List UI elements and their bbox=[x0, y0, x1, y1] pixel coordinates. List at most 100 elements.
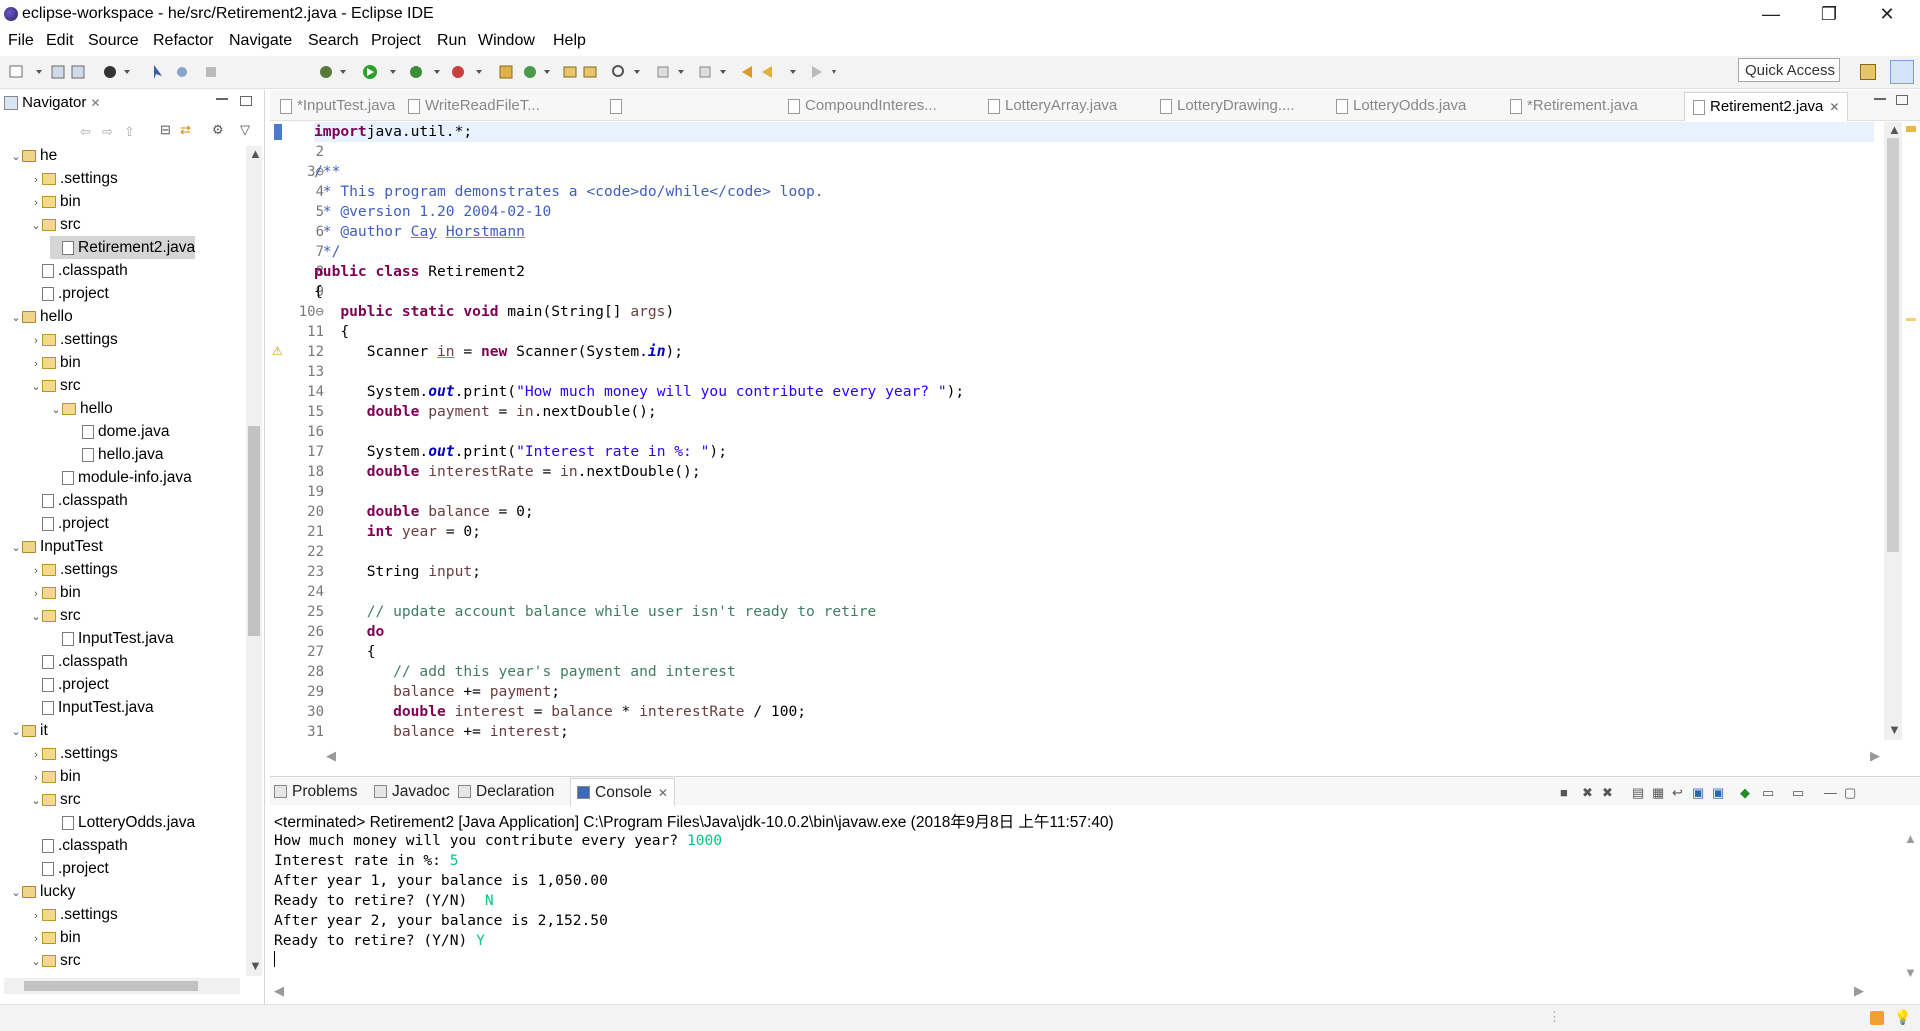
skip-icon[interactable] bbox=[206, 67, 216, 77]
close-button[interactable]: ✕ bbox=[1864, 0, 1910, 30]
console-tab[interactable]: Declaration bbox=[458, 783, 554, 801]
new-class-icon[interactable] bbox=[524, 66, 550, 78]
tree-item[interactable]: ⌄ src bbox=[30, 949, 80, 972]
editor-tab[interactable]: LotteryArray.java bbox=[988, 94, 1117, 120]
tree-item[interactable]: › bin bbox=[30, 190, 81, 213]
prev-annotation-icon[interactable] bbox=[699, 66, 726, 78]
menu-edit[interactable]: Edit bbox=[46, 32, 74, 50]
collapsed-chevron-icon[interactable]: › bbox=[30, 767, 42, 790]
expanded-chevron-icon[interactable]: ⌄ bbox=[10, 882, 22, 905]
expanded-chevron-icon[interactable]: ⌄ bbox=[30, 790, 42, 813]
view-menu-icon[interactable]: ▽ bbox=[240, 122, 250, 138]
tree-item[interactable]: › .settings bbox=[30, 903, 118, 926]
tree-item[interactable]: Retirement2.java bbox=[50, 236, 196, 259]
menu-window[interactable]: Window bbox=[478, 32, 535, 50]
editor-tab[interactable]: CompoundInteres... bbox=[788, 94, 937, 120]
tree-item[interactable]: hello.java bbox=[70, 443, 164, 466]
scroll-lock-icon[interactable]: ▦ bbox=[1652, 785, 1664, 801]
scroll-up-icon[interactable]: ▲ bbox=[1888, 122, 1901, 137]
close-icon[interactable]: ✕ bbox=[658, 786, 668, 800]
tree-item[interactable]: › bin bbox=[30, 926, 81, 949]
tree-item[interactable]: › bin bbox=[30, 351, 81, 374]
menu-search[interactable]: Search bbox=[308, 32, 359, 50]
collapsed-chevron-icon[interactable]: › bbox=[30, 330, 42, 353]
tree-item[interactable]: ⌄ it bbox=[10, 719, 47, 744]
console-tab[interactable]: Console ✕ bbox=[570, 778, 675, 806]
link-with-editor-icon[interactable]: ⇄ bbox=[180, 122, 191, 138]
console-tab[interactable]: Problems bbox=[274, 783, 357, 801]
open-perspective-icon[interactable] bbox=[1860, 64, 1876, 80]
collapsed-chevron-icon[interactable]: › bbox=[30, 744, 42, 767]
scroll-left-icon[interactable]: ◀ bbox=[274, 983, 284, 999]
scroll-down-icon[interactable]: ▼ bbox=[1888, 722, 1901, 737]
menu-run[interactable]: Run bbox=[437, 32, 466, 50]
coverage-icon[interactable] bbox=[410, 66, 440, 78]
close-icon[interactable]: ✕ bbox=[1829, 100, 1839, 114]
editor-tab[interactable]: Retirement2.java ✕ bbox=[1684, 92, 1849, 121]
tip-lightbulb-icon[interactable]: 💡 bbox=[1894, 1009, 1911, 1026]
show-on-error-icon[interactable]: ▣ bbox=[1712, 785, 1724, 801]
word-wrap-icon[interactable]: ↩ bbox=[1672, 785, 1683, 801]
tree-item[interactable]: ⌄ hello bbox=[50, 397, 112, 420]
display-console-icon[interactable]: ▭ bbox=[1762, 785, 1774, 801]
tree-item[interactable]: ⌄ src bbox=[30, 213, 80, 236]
collapsed-chevron-icon[interactable]: › bbox=[30, 560, 42, 583]
search-icon[interactable] bbox=[612, 65, 640, 77]
tree-item[interactable]: ⌄ hello bbox=[10, 305, 72, 328]
scroll-up-icon[interactable]: ▲ bbox=[1904, 831, 1917, 846]
collapsed-chevron-icon[interactable]: › bbox=[30, 905, 42, 928]
collapsed-chevron-icon[interactable]: › bbox=[30, 169, 42, 192]
scroll-right-icon[interactable]: ▶ bbox=[1870, 748, 1880, 764]
tree-item[interactable]: ⌄ he bbox=[10, 144, 57, 167]
show-on-output-icon[interactable]: ▣ bbox=[1692, 785, 1704, 801]
tree-item[interactable]: .project bbox=[30, 512, 109, 535]
console-output[interactable]: How much money will you contribute every… bbox=[274, 831, 1874, 971]
code-editor[interactable]: importjava.util.*; /** * This program dem… bbox=[314, 122, 1874, 740]
editor-tab[interactable]: LotteryDrawing.... bbox=[1160, 94, 1295, 120]
tree-item[interactable]: › .settings bbox=[30, 558, 118, 581]
new-icon[interactable] bbox=[9, 65, 42, 78]
tree-item[interactable]: dome.java bbox=[70, 420, 170, 443]
editor-tab[interactable]: LotteryOdds.java bbox=[1336, 94, 1466, 120]
scroll-down-icon[interactable]: ▼ bbox=[1904, 965, 1917, 980]
tree-item[interactable]: ⌄ src bbox=[30, 374, 80, 397]
tree-item[interactable]: .project bbox=[30, 282, 109, 305]
console-vertical-scrollbar[interactable]: ▲ ▼ bbox=[1902, 831, 1918, 981]
minimize-icon[interactable] bbox=[216, 98, 228, 100]
tab-navigator[interactable]: Navigator ✕ bbox=[4, 94, 101, 118]
java-perspective-icon[interactable] bbox=[1890, 60, 1914, 84]
tree-item[interactable]: .classpath bbox=[30, 489, 128, 512]
next-annotation-icon[interactable] bbox=[657, 66, 684, 78]
maximize-icon[interactable] bbox=[240, 96, 252, 106]
editor-tab[interactable] bbox=[610, 94, 627, 120]
debug-bug-icon[interactable] bbox=[320, 66, 346, 78]
tree-item[interactable]: InputTest.java bbox=[50, 627, 174, 650]
tree-item[interactable]: › bin bbox=[30, 765, 81, 788]
tree-item[interactable]: ⌄ lucky bbox=[10, 880, 75, 903]
overview-warning-marker[interactable] bbox=[1906, 126, 1916, 132]
expanded-chevron-icon[interactable]: ⌄ bbox=[10, 721, 22, 744]
back-icon[interactable] bbox=[742, 66, 796, 78]
rss-icon[interactable] bbox=[1870, 1011, 1884, 1025]
pointer-icon[interactable] bbox=[154, 65, 162, 79]
collapsed-chevron-icon[interactable]: › bbox=[30, 928, 42, 951]
tree-item[interactable]: .project bbox=[30, 673, 109, 696]
forward-arrow-icon[interactable]: ⇨ bbox=[102, 124, 113, 140]
maximize-button[interactable]: ❐ bbox=[1806, 0, 1852, 30]
expanded-chevron-icon[interactable]: ⌄ bbox=[10, 146, 22, 169]
expanded-chevron-icon[interactable]: ⌄ bbox=[10, 537, 22, 560]
remove-launch-icon[interactable]: ✖ bbox=[1582, 785, 1593, 801]
menu-help[interactable]: Help bbox=[553, 32, 586, 50]
open-console-icon[interactable]: ▭ bbox=[1792, 785, 1804, 801]
menu-navigate[interactable]: Navigate bbox=[229, 32, 292, 50]
editor-tab[interactable]: WriteReadFileT... bbox=[408, 94, 540, 120]
expanded-chevron-icon[interactable]: ⌄ bbox=[30, 606, 42, 629]
tree-item[interactable]: .classpath bbox=[30, 834, 128, 857]
console-maximize-icon[interactable]: ▢ bbox=[1844, 785, 1856, 801]
tree-item[interactable]: .project bbox=[30, 857, 109, 880]
collapsed-chevron-icon[interactable]: › bbox=[30, 353, 42, 376]
terminate-icon[interactable]: ■ bbox=[1560, 785, 1568, 800]
minimize-button[interactable]: — bbox=[1748, 0, 1794, 30]
editor-scroll-thumb[interactable] bbox=[1887, 138, 1899, 552]
tree-item[interactable]: .classpath bbox=[30, 650, 128, 673]
